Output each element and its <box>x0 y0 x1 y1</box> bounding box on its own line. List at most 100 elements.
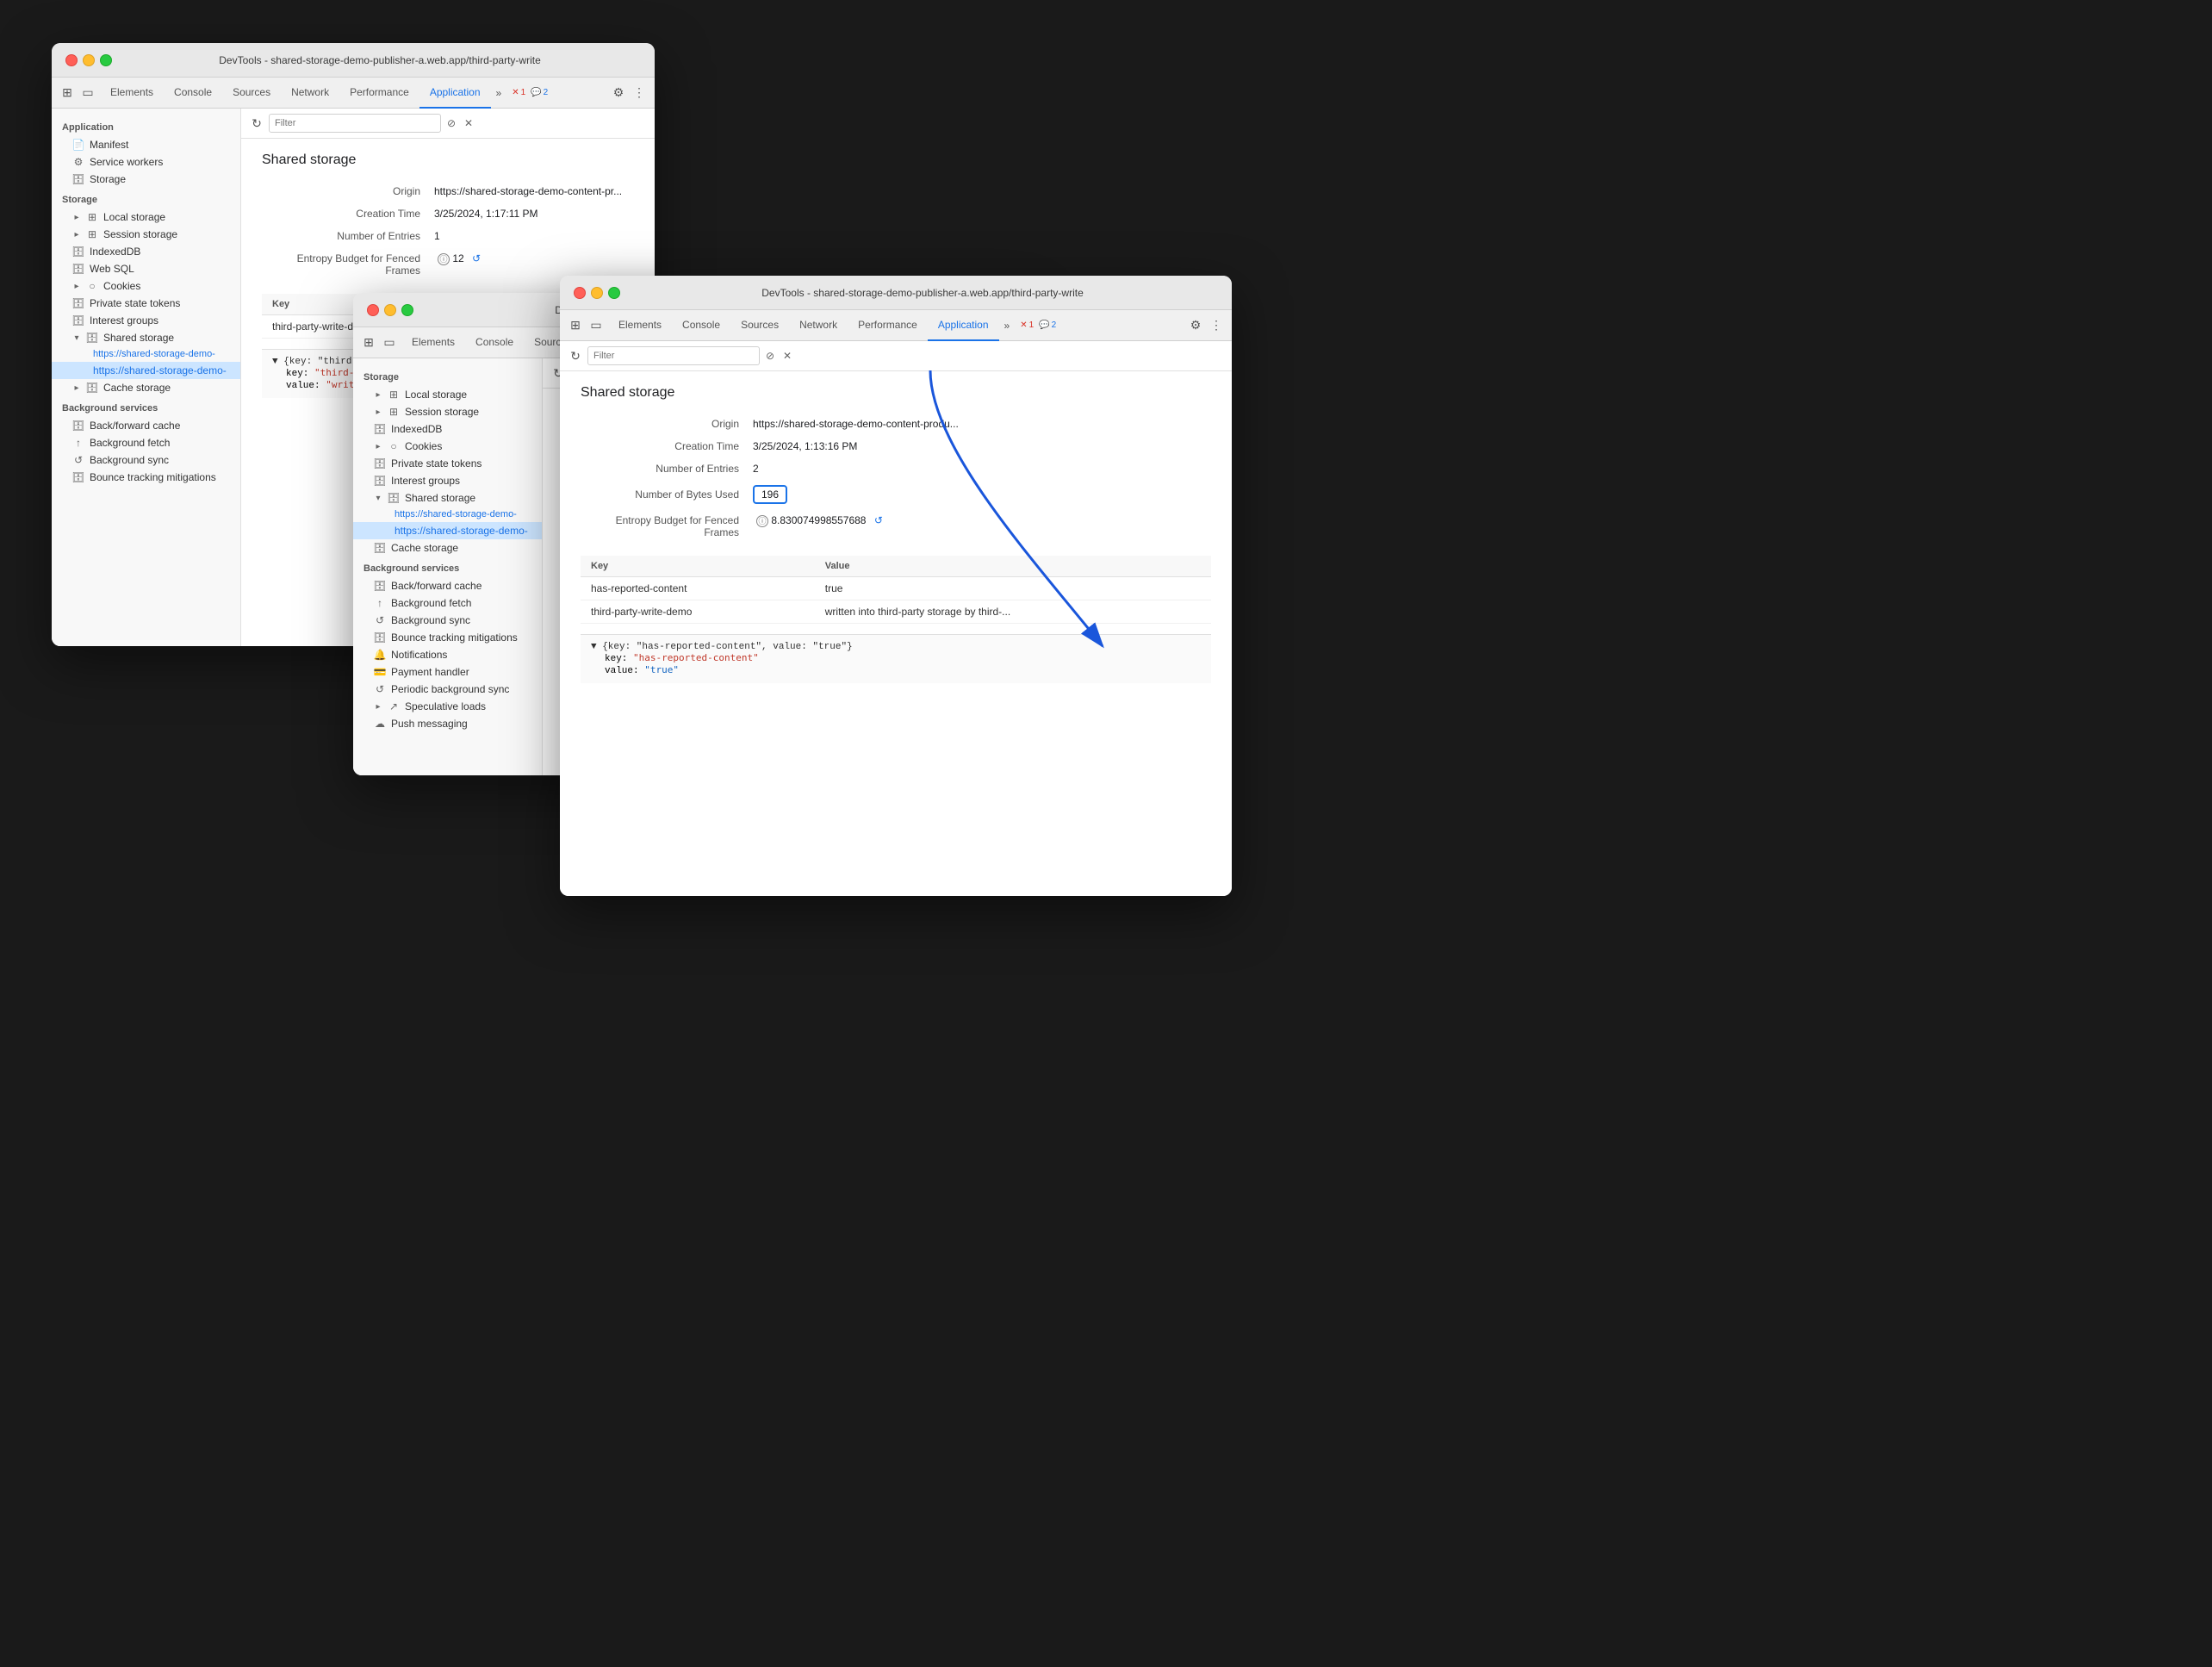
sidebar-speculative-2[interactable]: ↗ Speculative loads <box>353 698 542 715</box>
tab-more-3[interactable]: » <box>999 320 1016 332</box>
select-icon[interactable]: ⊞ <box>59 84 76 102</box>
sidebar-bg-sync[interactable]: ↺ Background sync <box>52 451 240 469</box>
tab-network[interactable]: Network <box>281 78 339 109</box>
app-section-title: Application <box>52 115 240 136</box>
maximize-button-3[interactable] <box>608 287 620 299</box>
settings-icon-1[interactable]: ⚙ <box>610 84 627 102</box>
code-expand-3: ▼ {key: "has-reported-content", value: "… <box>591 642 1201 652</box>
tab-network-3[interactable]: Network <box>789 310 848 341</box>
sidebar-storage-app[interactable]: 🗄 Storage <box>52 171 240 188</box>
more-icon-3[interactable]: ⋮ <box>1208 317 1225 334</box>
minimize-button-2[interactable] <box>384 304 396 316</box>
more-icon-1[interactable]: ⋮ <box>631 84 648 102</box>
sidebar-session-storage[interactable]: ⊞ Session storage <box>52 226 240 243</box>
sidebar-cookies-2[interactable]: ○ Cookies <box>353 438 542 455</box>
device-icon-2[interactable]: ▭ <box>381 334 398 351</box>
sidebar-cache-2[interactable]: 🗄 Cache storage <box>353 539 542 557</box>
tab-console[interactable]: Console <box>164 78 222 109</box>
sidebar-local-2[interactable]: ⊞ Local storage <box>353 386 542 403</box>
tab-elements-3[interactable]: Elements <box>608 310 672 341</box>
sidebar-periodic-2[interactable]: ↺ Periodic background sync <box>353 681 542 698</box>
sidebar-payment-2[interactable]: 💳 Payment handler <box>353 663 542 681</box>
periodic-icon-2: ↺ <box>374 683 386 695</box>
expand-speculative-2[interactable] <box>374 702 382 711</box>
sidebar-bfcache[interactable]: 🗄 Back/forward cache <box>52 417 240 434</box>
maximize-button-1[interactable] <box>100 54 112 66</box>
sidebar-indexeddb[interactable]: 🗄 IndexedDB <box>52 243 240 260</box>
help-icon-3[interactable]: ⓘ <box>756 515 768 527</box>
select-icon-3[interactable]: ⊞ <box>567 317 584 334</box>
close-button-2[interactable] <box>367 304 379 316</box>
sidebar-shared-url-1[interactable]: https://shared-storage-demo- <box>52 346 240 362</box>
tab-performance[interactable]: Performance <box>339 78 419 109</box>
sidebar-interest-2[interactable]: 🗄 Interest groups <box>353 472 542 489</box>
tab-elements-2[interactable]: Elements <box>401 327 465 358</box>
maximize-button-2[interactable] <box>401 304 413 316</box>
tab-elements[interactable]: Elements <box>100 78 164 109</box>
minimize-button-1[interactable] <box>83 54 95 66</box>
device-icon-3[interactable]: ▭ <box>587 317 605 334</box>
clear-filter-1[interactable]: ⊘ <box>444 116 458 130</box>
sidebar-interest-groups[interactable]: 🗄 Interest groups <box>52 312 240 329</box>
expand-shared-2[interactable] <box>374 494 382 502</box>
tab-performance-3[interactable]: Performance <box>848 310 928 341</box>
expand-local-2[interactable] <box>374 390 382 399</box>
sidebar-notifications-2[interactable]: 🔔 Notifications <box>353 646 542 663</box>
sidebar-service-workers[interactable]: ⚙ Service workers <box>52 153 240 171</box>
sidebar-private-tokens[interactable]: 🗄 Private state tokens <box>52 295 240 312</box>
sidebar-shared-url-2a[interactable]: https://shared-storage-demo- <box>353 507 542 522</box>
sidebar-bounce-tracking[interactable]: 🗄 Bounce tracking mitigations <box>52 469 240 486</box>
tab-console-3[interactable]: Console <box>672 310 730 341</box>
sidebar-bfcache-2[interactable]: 🗄 Back/forward cache <box>353 577 542 594</box>
sidebar-websql[interactable]: 🗄 Web SQL <box>52 260 240 277</box>
sidebar-push-2[interactable]: ☁ Push messaging <box>353 715 542 732</box>
minimize-button-3[interactable] <box>591 287 603 299</box>
sidebar-private-2[interactable]: 🗄 Private state tokens <box>353 455 542 472</box>
select-icon-2[interactable]: ⊞ <box>360 334 377 351</box>
expand-cookies-2[interactable] <box>374 442 382 451</box>
tab-console-2[interactable]: Console <box>465 327 524 358</box>
refresh-entropy-3[interactable]: ↺ <box>874 514 883 526</box>
sidebar-cache-storage[interactable]: 🗄 Cache storage <box>52 379 240 396</box>
sidebar-manifest[interactable]: 📄 Manifest <box>52 136 240 153</box>
tab-sources-3[interactable]: Sources <box>730 310 789 341</box>
sidebar-bg-sync-2[interactable]: ↺ Background sync <box>353 612 542 629</box>
expand-cache[interactable] <box>72 383 81 392</box>
expand-local[interactable] <box>72 213 81 221</box>
sidebar-shared-storage[interactable]: 🗄 Shared storage <box>52 329 240 346</box>
tab-application-3[interactable]: Application <box>928 310 999 341</box>
close-button-1[interactable] <box>65 54 78 66</box>
help-icon-1[interactable]: ⓘ <box>438 253 450 265</box>
sidebar-shared-2[interactable]: 🗄 Shared storage <box>353 489 542 507</box>
device-icon[interactable]: ▭ <box>79 84 96 102</box>
tab-sources[interactable]: Sources <box>222 78 281 109</box>
sidebar-bg-fetch[interactable]: ↑ Background fetch <box>52 434 240 451</box>
expand-shared[interactable] <box>72 333 81 342</box>
sidebar-shared-url-2b[interactable]: https://shared-storage-demo- <box>353 522 542 539</box>
sidebar-cookies[interactable]: ○ Cookies <box>52 277 240 295</box>
close-filter-3[interactable]: ✕ <box>780 349 794 363</box>
expand-session-2[interactable] <box>374 407 382 416</box>
filter-input-1[interactable] <box>269 114 441 133</box>
settings-icon-3[interactable]: ⚙ <box>1187 317 1204 334</box>
tab-application[interactable]: Application <box>419 78 491 109</box>
table-row-3-0[interactable]: has-reported-content true <box>581 577 1211 600</box>
close-button-3[interactable] <box>574 287 586 299</box>
filter-input-3[interactable] <box>587 346 760 365</box>
sidebar-indexeddb-2[interactable]: 🗄 IndexedDB <box>353 420 542 438</box>
table-row-3-1[interactable]: third-party-write-demo written into thir… <box>581 600 1211 624</box>
clear-filter-3[interactable]: ⊘ <box>763 349 777 363</box>
close-filter-1[interactable]: ✕ <box>462 116 475 130</box>
reload-icon-1[interactable]: ↻ <box>248 115 265 132</box>
devtools-window-3[interactable]: DevTools - shared-storage-demo-publisher… <box>560 276 1232 896</box>
reload-icon-3[interactable]: ↻ <box>567 347 584 364</box>
refresh-entropy-1[interactable]: ↺ <box>472 252 481 264</box>
expand-session[interactable] <box>72 230 81 239</box>
sidebar-session-2[interactable]: ⊞ Session storage <box>353 403 542 420</box>
sidebar-bounce-2[interactable]: 🗄 Bounce tracking mitigations <box>353 629 542 646</box>
sidebar-bg-fetch-2[interactable]: ↑ Background fetch <box>353 594 542 612</box>
expand-cookies[interactable] <box>72 282 81 290</box>
sidebar-local-storage[interactable]: ⊞ Local storage <box>52 208 240 226</box>
tab-more-1[interactable]: » <box>491 87 507 99</box>
sidebar-shared-url-2[interactable]: https://shared-storage-demo- <box>52 362 240 379</box>
